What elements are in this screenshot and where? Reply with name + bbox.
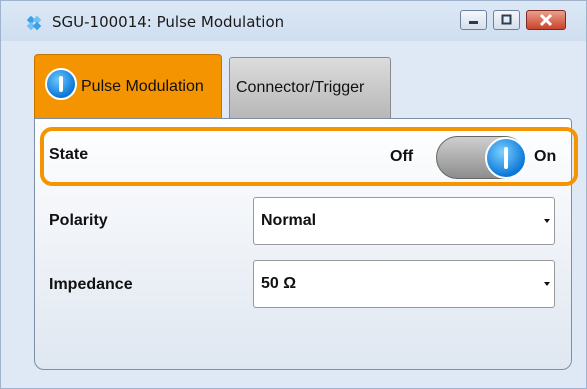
chevron-down-icon: [544, 282, 550, 286]
toggle-knob-icon: [485, 137, 527, 179]
minimize-icon: [469, 21, 478, 24]
tab-label: Pulse Modulation: [81, 77, 204, 95]
dialog-window: SGU-100014: Pulse Modulation Pulse Modul…: [0, 0, 587, 389]
title-bar[interactable]: SGU-100014: Pulse Modulation: [1, 1, 586, 41]
state-label: State: [49, 146, 89, 163]
state-on-label: On: [534, 148, 557, 165]
tab-connector-trigger[interactable]: Connector/Trigger: [229, 57, 391, 118]
tab-label: Connector/Trigger: [236, 79, 365, 96]
polarity-label: Polarity: [49, 212, 108, 229]
close-button[interactable]: [526, 10, 566, 30]
polarity-select[interactable]: Normal: [253, 197, 555, 245]
tab-pulse-modulation[interactable]: Pulse Modulation: [34, 54, 222, 118]
window-controls: [454, 10, 566, 30]
power-toggle-icon: [45, 68, 77, 100]
maximize-button[interactable]: [493, 10, 520, 30]
minimize-button[interactable]: [460, 10, 487, 30]
close-icon: [539, 13, 553, 27]
state-off-label: Off: [390, 148, 414, 165]
impedance-select[interactable]: 50 Ω: [253, 260, 555, 308]
chevron-down-icon: [544, 219, 550, 223]
impedance-label: Impedance: [49, 276, 133, 293]
impedance-value: 50 Ω: [261, 275, 297, 292]
maximize-icon: [501, 14, 512, 25]
state-toggle[interactable]: [436, 136, 527, 179]
window-title: SGU-100014: Pulse Modulation: [52, 13, 285, 31]
app-diamond-icon: [26, 15, 42, 31]
polarity-value: Normal: [261, 212, 317, 229]
tab-strip: Pulse Modulation Connector/Trigger: [26, 54, 576, 118]
